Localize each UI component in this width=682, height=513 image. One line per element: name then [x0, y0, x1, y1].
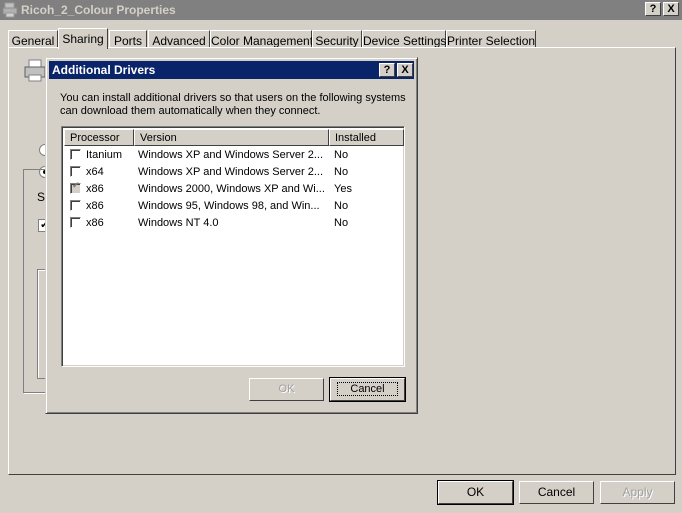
window-title: Ricoh_2_Colour Properties	[21, 3, 176, 17]
column-header-installed[interactable]: Installed	[329, 129, 404, 146]
dialog-titlebar: Additional Drivers ? X	[49, 61, 414, 79]
installed-cell: Yes	[334, 183, 352, 195]
close-icon: X	[667, 3, 675, 15]
processor-cell: x86	[86, 200, 104, 212]
installed-cell: No	[334, 217, 349, 229]
processor-cell: x86	[86, 183, 104, 195]
tab-printer-selection[interactable]: Printer Selection	[446, 30, 536, 48]
installed-cell: No	[334, 149, 349, 161]
tab-general[interactable]: General	[8, 30, 58, 48]
dialog-close-button[interactable]: X	[397, 63, 413, 77]
window-titlebar: Ricoh_2_Colour Properties ? X	[0, 0, 682, 20]
installed-cell: No	[334, 166, 349, 178]
installed-cell: No	[334, 200, 349, 212]
close-button[interactable]: X	[663, 2, 679, 16]
list-item[interactable]: x86 Windows NT 4.0 No	[64, 215, 404, 232]
driver-checkbox[interactable]	[70, 217, 81, 228]
dialog-cancel-button[interactable]: Cancel	[329, 377, 406, 402]
apply-button[interactable]: Apply	[600, 481, 675, 504]
processor-cell: x64	[86, 166, 104, 178]
list-item[interactable]: x64 Windows XP and Windows Server 2... N…	[64, 164, 404, 181]
help-icon: ?	[383, 64, 391, 76]
tab-color-management[interactable]: Color Management	[210, 30, 313, 48]
dialog-title: Additional Drivers	[52, 63, 156, 77]
driver-checkbox[interactable]	[70, 181, 81, 194]
list-header: Processor Version Installed	[64, 129, 404, 146]
version-cell: Windows 95, Windows 98, and Win...	[138, 200, 320, 212]
processor-cell: x86	[86, 217, 104, 229]
help-icon: ?	[649, 3, 657, 15]
column-header-processor[interactable]: Processor	[64, 129, 134, 146]
list-item[interactable]: x86 Windows 2000, Windows XP and Wi... Y…	[64, 181, 404, 198]
tab-advanced[interactable]: Advanced	[148, 30, 210, 48]
version-cell: Windows NT 4.0	[138, 217, 219, 229]
tab-device-settings[interactable]: Device Settings	[362, 30, 446, 48]
additional-drivers-dialog: Additional Drivers ? X You can install a…	[45, 57, 418, 414]
dialog-description: You can install additional drivers so th…	[60, 92, 406, 117]
ok-button[interactable]: OK	[437, 480, 514, 505]
driver-checkbox[interactable]	[70, 149, 81, 160]
drivers-list[interactable]: Processor Version Installed Itanium Wind…	[61, 126, 405, 367]
close-icon: X	[401, 64, 409, 76]
driver-checkbox[interactable]	[70, 200, 81, 211]
tab-security[interactable]: Security	[312, 30, 362, 48]
tab-sharing[interactable]: Sharing	[58, 28, 108, 49]
list-item[interactable]: x86 Windows 95, Windows 98, and Win... N…	[64, 198, 404, 215]
processor-cell: Itanium	[86, 149, 123, 161]
version-cell: Windows 2000, Windows XP and Wi...	[138, 183, 325, 195]
printer-icon	[2, 2, 18, 18]
dialog-ok-button[interactable]: OK	[249, 378, 324, 401]
list-item[interactable]: Itanium Windows XP and Windows Server 2.…	[64, 147, 404, 164]
help-button[interactable]: ?	[645, 2, 661, 16]
version-cell: Windows XP and Windows Server 2...	[138, 149, 324, 161]
driver-checkbox[interactable]	[70, 166, 81, 177]
version-cell: Windows XP and Windows Server 2...	[138, 166, 324, 178]
cancel-button[interactable]: Cancel	[519, 481, 594, 504]
column-header-version[interactable]: Version	[134, 129, 329, 146]
tab-ports[interactable]: Ports	[109, 30, 147, 48]
dialog-cancel-label: Cancel	[337, 382, 398, 396]
tab-strip: General Sharing Ports Advanced Color Man…	[8, 28, 678, 49]
dialog-help-button[interactable]: ?	[379, 63, 395, 77]
